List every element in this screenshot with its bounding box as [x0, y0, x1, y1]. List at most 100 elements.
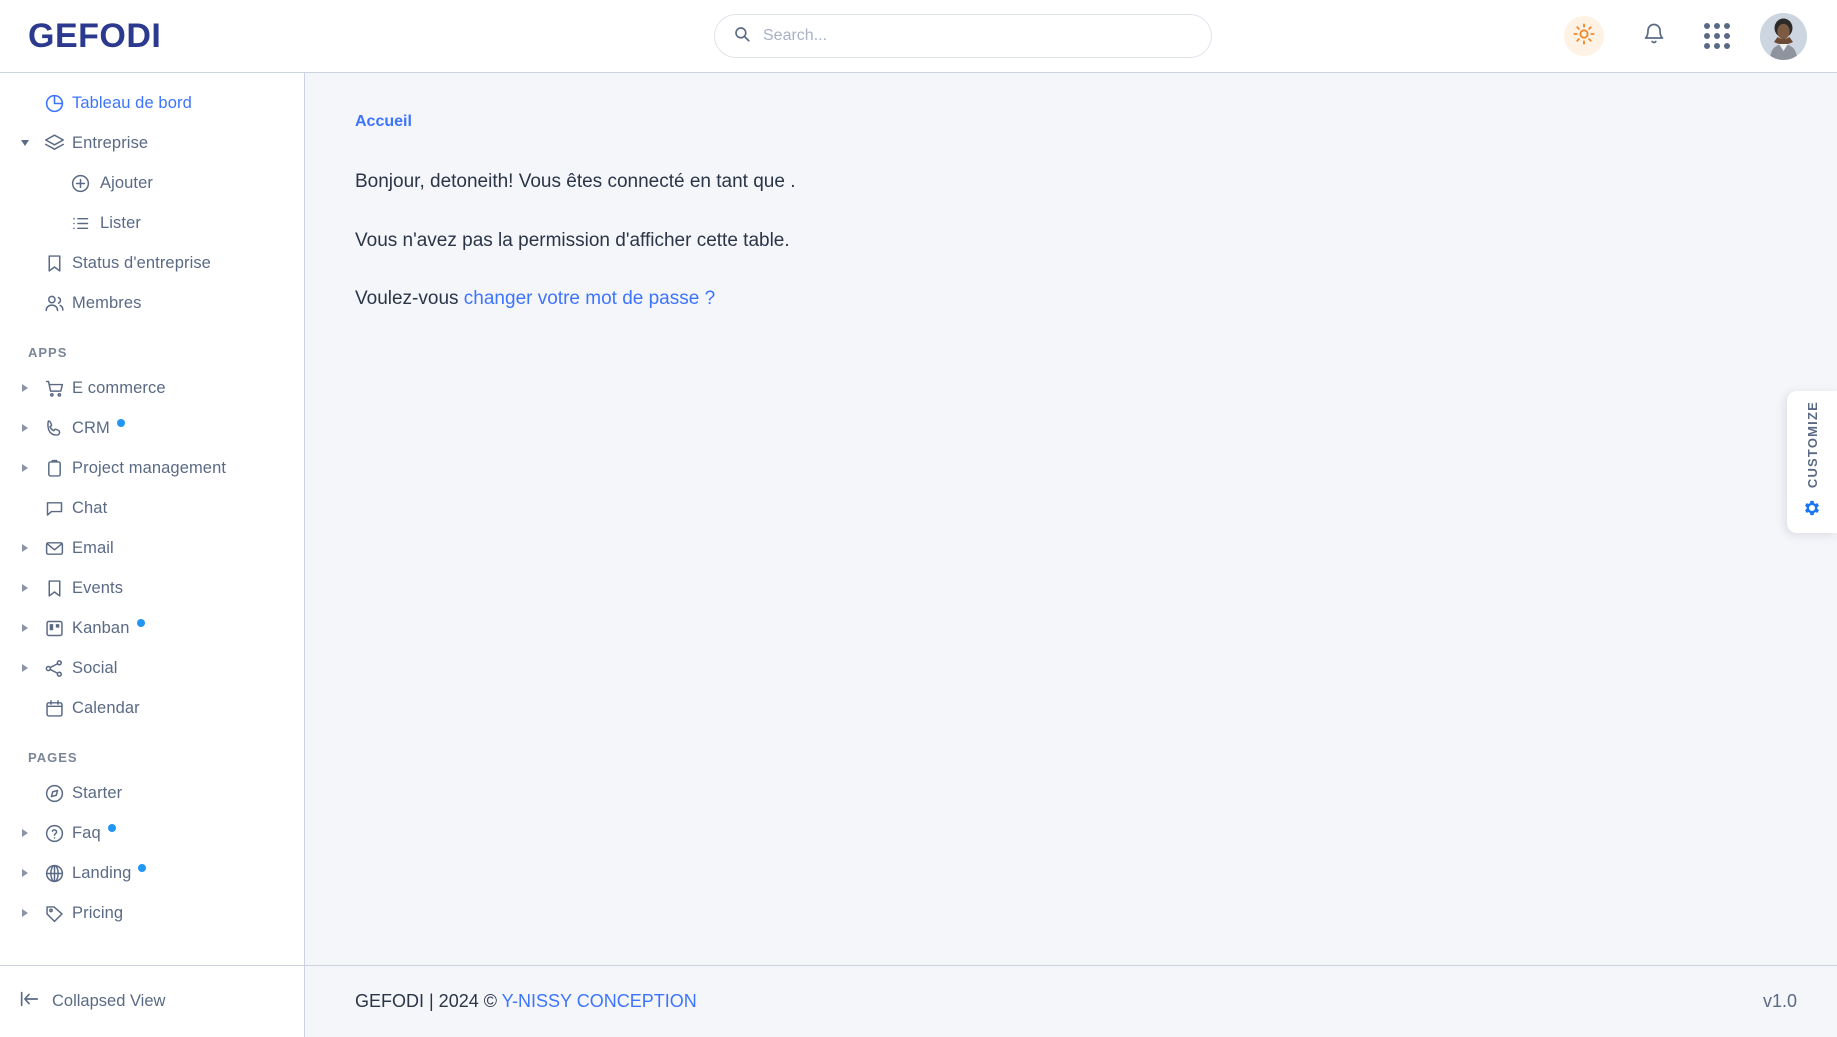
header-actions — [1564, 12, 1807, 60]
notification-dot — [107, 824, 116, 832]
sidebar-item-status-entreprise[interactable]: Status d'entreprise — [0, 243, 304, 283]
shopping-cart-icon — [36, 378, 72, 399]
sidebar-item-pricing[interactable]: Pricing — [0, 893, 304, 933]
chevron-right-icon — [14, 869, 36, 877]
compass-icon — [36, 783, 72, 804]
collapse-sidebar-button[interactable]: Collapsed View — [0, 965, 304, 1037]
search-box[interactable] — [714, 14, 1212, 58]
phone-icon — [36, 418, 72, 439]
sidebar-item-e-commerce[interactable]: E commerce — [0, 368, 304, 408]
sidebar-item-landing[interactable]: Landing — [0, 853, 304, 893]
apps-grid-button[interactable] — [1704, 23, 1730, 49]
sidebar-item-label: Calendar — [72, 698, 140, 717]
grid-dot — [1714, 43, 1720, 49]
sidebar-item-faq[interactable]: Faq — [0, 813, 304, 853]
sidebar-item-membres[interactable]: Membres — [0, 283, 304, 323]
sidebar-item-ajouter[interactable]: Ajouter — [0, 163, 304, 203]
sidebar-item-label: Pricing — [72, 903, 124, 922]
clipboard-icon — [36, 458, 72, 479]
theme-toggle-button[interactable] — [1564, 16, 1604, 56]
change-password-link[interactable]: changer votre mot de passe ? — [464, 288, 715, 309]
profile-avatar[interactable] — [1760, 12, 1807, 60]
grid-dot — [1714, 23, 1720, 29]
gear-icon — [1802, 498, 1822, 523]
sidebar-item-events[interactable]: Events — [0, 568, 304, 608]
notification-dot — [136, 619, 145, 627]
collapse-sidebar-label: Collapsed View — [52, 992, 166, 1010]
sidebar-item-kanban[interactable]: Kanban — [0, 608, 304, 648]
sidebar-item-label: Project management — [72, 458, 227, 477]
notification-dot — [138, 864, 147, 872]
sidebar-item-entreprise[interactable]: Entreprise — [0, 123, 304, 163]
breadcrumb[interactable]: Accueil — [355, 113, 412, 131]
sidebar-item-label: Ajouter — [100, 173, 153, 192]
grid-dot — [1714, 33, 1720, 39]
sidebar-item-project-management[interactable]: Project management — [0, 448, 304, 488]
mail-icon — [36, 538, 72, 559]
avatar-icon — [1760, 12, 1807, 60]
chevron-down-icon — [14, 140, 36, 146]
content-column: Accueil Bonjour, detoneith! Vous êtes co… — [305, 73, 1837, 1037]
collapse-left-icon — [18, 988, 40, 1015]
chevron-right-icon — [14, 624, 36, 632]
share-icon — [36, 658, 72, 679]
customize-panel-tab[interactable]: CUSTOMIZE — [1787, 391, 1837, 533]
application-root: GEFODI Search... Tableau de bord Entrepr… — [0, 0, 1837, 1037]
sidebar-item-crm[interactable]: CRM — [0, 408, 304, 448]
search-input[interactable] — [763, 27, 1193, 45]
search-icon — [733, 25, 751, 48]
sidebar-item-label: Chat — [72, 498, 108, 517]
sidebar-item-label: Events — [72, 578, 124, 597]
section-label-apps: APPS — [28, 345, 68, 360]
chevron-right-icon — [14, 584, 36, 592]
sidebar-item-email[interactable]: Email — [0, 528, 304, 568]
footer-copyright-text: GEFODI | 2024 © — [355, 991, 502, 1011]
calendar-icon — [36, 698, 72, 719]
sidebar-item-label: Social — [72, 658, 118, 677]
sidebar-item-calendar[interactable]: Calendar — [0, 688, 304, 728]
sidebar-item-label: Membres — [72, 293, 142, 312]
list-icon — [60, 213, 100, 234]
pie-chart-icon — [36, 93, 72, 114]
sidebar-item-label: Entreprise — [72, 133, 149, 152]
password-prompt-prefix: Voulez-vous — [355, 288, 464, 310]
notifications-button[interactable] — [1634, 16, 1674, 56]
kanban-board-icon — [36, 618, 72, 639]
chevron-right-icon — [14, 464, 36, 472]
sidebar-item-label: Email — [72, 538, 114, 557]
globe-icon — [36, 863, 72, 884]
sidebar: Tableau de bord Entreprise Ajouter Liste… — [0, 73, 305, 1037]
grid-dot — [1724, 23, 1730, 29]
sidebar-item-label: Landing — [72, 863, 132, 882]
sidebar-item-starter[interactable]: Starter — [0, 773, 304, 813]
brand-logo[interactable]: GEFODI — [0, 17, 305, 56]
search-container — [714, 14, 1212, 58]
chevron-right-icon — [14, 544, 36, 552]
sidebar-item-tableau-de-bord[interactable]: Tableau de bord — [0, 83, 304, 123]
grid-dot — [1704, 33, 1710, 39]
chat-bubble-icon — [36, 498, 72, 519]
sidebar-item-label: Lister — [100, 213, 141, 232]
sidebar-item-chat[interactable]: Chat — [0, 488, 304, 528]
company-link[interactable]: Y-NISSY CONCEPTION — [502, 991, 697, 1011]
chevron-right-icon — [14, 664, 36, 672]
sidebar-item-lister[interactable]: Lister — [0, 203, 304, 243]
sidebar-item-label: Kanban — [72, 618, 130, 637]
sidebar-item-label: Tableau de bord — [72, 93, 192, 112]
grid-dot — [1724, 43, 1730, 49]
chevron-right-icon — [14, 384, 36, 392]
users-icon — [36, 293, 72, 314]
grid-dot — [1704, 23, 1710, 29]
sidebar-item-label: E commerce — [72, 378, 166, 397]
brand-name: GEFODI — [28, 16, 162, 55]
chevron-right-icon — [14, 424, 36, 432]
footer-bar: GEFODI | 2024 © Y-NISSY CONCEPTION v1.0 — [305, 965, 1837, 1037]
plus-circle-icon — [60, 173, 100, 194]
bookmark-icon — [36, 578, 72, 599]
footer-copyright: GEFODI | 2024 © Y-NISSY CONCEPTION — [355, 991, 697, 1012]
top-header-bar: GEFODI — [0, 0, 1837, 73]
password-prompt: Voulez-vous changer votre mot de passe ? — [355, 286, 1837, 313]
sidebar-item-social[interactable]: Social — [0, 648, 304, 688]
main-content: Accueil Bonjour, detoneith! Vous êtes co… — [305, 73, 1837, 965]
bookmark-icon — [36, 253, 72, 274]
